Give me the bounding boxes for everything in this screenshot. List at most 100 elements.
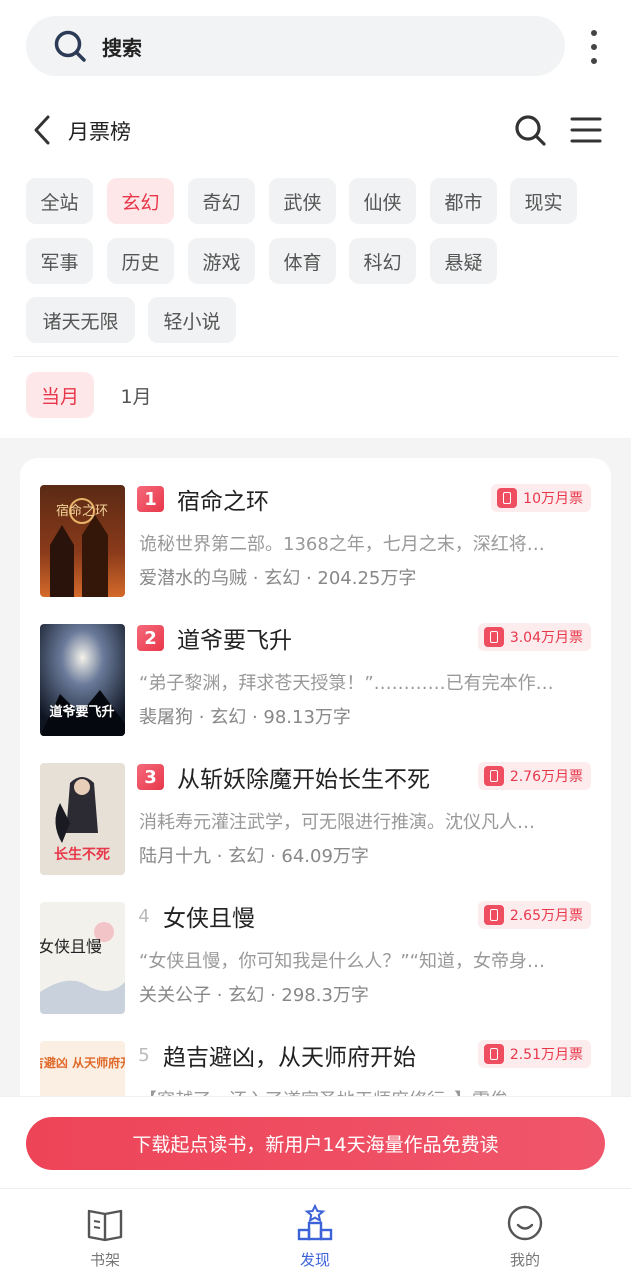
back-arrow-icon[interactable] <box>30 114 54 146</box>
book-word-count: 298.3万字 <box>281 985 369 1006</box>
search-label: 搜索 <box>102 35 142 60</box>
votes-count: 10万月票 <box>523 491 583 507</box>
nav-label: 我的 <box>509 1251 540 1269</box>
book-title[interactable]: 从斩妖除魔开始长生不死 <box>177 760 430 794</box>
book-author[interactable]: 爱潜水的乌贼 <box>139 568 247 589</box>
book-description: “弟子黎渊，拜求苍天授箓！”…………已有完本作… <box>139 673 554 694</box>
meta-separator: · <box>252 568 259 589</box>
category-chip[interactable]: 悬疑 <box>430 238 497 284</box>
search-bar[interactable]: 搜索 <box>26 16 565 76</box>
category-chip[interactable]: 军事 <box>26 238 93 284</box>
votes-count: 2.51万月票 <box>509 1047 583 1063</box>
profile-icon <box>507 1205 543 1241</box>
ticket-icon <box>483 627 504 647</box>
search-icon[interactable] <box>513 113 547 147</box>
book-description: 诡秘世界第二部。1368之年，七月之末，深红将… <box>139 534 545 555</box>
list-item[interactable]: 宿命之环 1 宿命之环 10万月票 诡秘世界第二部。1368之年，七月之末，深红… <box>20 458 611 597</box>
votes-count: 3.04万月票 <box>509 630 583 646</box>
book-cover[interactable]: 道爷要飞升 <box>40 624 125 736</box>
book-cover[interactable]: 长生不死 <box>40 763 125 875</box>
book-cover[interactable]: 宿命之环 <box>40 485 125 597</box>
book-genre: 玄幻 <box>264 568 301 589</box>
bottom-nav: 书架 发现 我的 <box>0 1188 631 1280</box>
tab-current-month[interactable]: 当月 <box>26 372 94 418</box>
votes-count: 2.76万月票 <box>509 769 583 785</box>
book-genre: 玄幻 <box>228 846 265 867</box>
category-chip[interactable]: 诸天无限 <box>26 297 135 343</box>
discover-icon <box>297 1203 333 1241</box>
book-word-count: 204.25万字 <box>317 568 417 589</box>
category-chip[interactable]: 现实 <box>510 178 577 224</box>
category-chip[interactable]: 仙侠 <box>349 178 416 224</box>
ticket-icon <box>483 905 504 925</box>
meta-separator: · <box>216 846 223 867</box>
cover-title: 道爷要飞升 <box>49 704 114 720</box>
monthly-votes-badge: 2.51万月票 <box>477 1040 591 1068</box>
rank-number: 4 <box>138 905 150 927</box>
monthly-votes-badge: 2.65万月票 <box>477 901 591 929</box>
page-title: 月票榜 <box>68 120 131 144</box>
book-title[interactable]: 宿命之环 <box>177 482 269 516</box>
nav-item-discover[interactable]: 发现 <box>210 1189 420 1280</box>
meta-separator: · <box>269 985 276 1006</box>
book-author[interactable]: 关关公子 <box>139 985 211 1006</box>
monthly-votes-badge: 2.76万月票 <box>477 762 591 790</box>
book-genre: 玄幻 <box>228 985 265 1006</box>
monthly-votes-badge: 3.04万月票 <box>477 623 591 651</box>
category-chip[interactable]: 武侠 <box>269 178 336 224</box>
book-title[interactable]: 趋吉避凶，从天师府开始 <box>163 1038 416 1072</box>
rank-badge: 3 <box>137 764 164 790</box>
download-banner: 下载起点读书，新用户14天海量作品免费读 <box>0 1096 631 1188</box>
rank-number: 5 <box>138 1044 150 1066</box>
tab-january[interactable]: 1月 <box>102 372 170 418</box>
meta-separator: · <box>269 846 276 867</box>
nav-item-bookshelf[interactable]: 书架 <box>0 1189 210 1280</box>
book-meta: 爱潜水的乌贼 · 玄幻 · 204.25万字 <box>139 564 416 590</box>
book-meta: 陆月十九 · 玄幻 · 64.09万字 <box>139 842 369 868</box>
nav-item-profile[interactable]: 我的 <box>420 1189 630 1280</box>
book-author[interactable]: 陆月十九 <box>139 846 211 867</box>
category-chip[interactable]: 奇幻 <box>188 178 255 224</box>
book-word-count: 64.09万字 <box>281 846 369 867</box>
monthly-votes-badge: 10万月票 <box>491 484 591 512</box>
download-app-button[interactable]: 下载起点读书，新用户14天海量作品免费读 <box>26 1117 605 1170</box>
meta-separator: · <box>216 985 223 1006</box>
book-title[interactable]: 道爷要飞升 <box>177 621 292 655</box>
meta-separator: · <box>305 568 312 589</box>
votes-count: 2.65万月票 <box>509 908 583 924</box>
category-chip[interactable]: 游戏 <box>188 238 255 284</box>
rank-badge: 1 <box>137 486 164 512</box>
category-chip-active[interactable]: 玄幻 <box>107 178 174 224</box>
book-cover[interactable]: 女侠且慢 <box>40 902 125 1014</box>
meta-separator: · <box>251 707 258 728</box>
list-item[interactable]: 长生不死 3 从斩妖除魔开始长生不死 2.76万月票 消耗寿元灌注武学，可无限进… <box>20 736 611 875</box>
meta-separator: · <box>198 707 205 728</box>
category-chip[interactable]: 全站 <box>26 178 93 224</box>
rank-badge: 2 <box>137 625 164 651</box>
book-word-count: 98.13万字 <box>263 707 351 728</box>
menu-icon[interactable] <box>570 115 602 145</box>
cover-title: 长生不死 <box>54 846 110 863</box>
category-chip[interactable]: 轻小说 <box>148 297 236 343</box>
page-root: 搜索 月票榜 全站 玄幻 奇幻 武侠 仙侠 都市 现实 军事 历史 游戏 体育 … <box>0 0 631 1280</box>
search-icon <box>54 30 86 62</box>
book-author[interactable]: 裴屠狗 <box>139 707 193 728</box>
category-chip[interactable]: 历史 <box>107 238 174 284</box>
nav-label: 书架 <box>89 1251 120 1269</box>
category-chip[interactable]: 体育 <box>269 238 336 284</box>
list-item[interactable]: 女侠且慢 4 女侠且慢 2.65万月票 “女侠且慢，你可知我是什么人？”“知道，… <box>20 875 611 1014</box>
ticket-icon <box>483 1044 504 1064</box>
list-item[interactable]: 道爷要飞升 2 道爷要飞升 3.04万月票 “弟子黎渊，拜求苍天授箓！”…………… <box>20 597 611 736</box>
book-title[interactable]: 女侠且慢 <box>163 899 255 933</box>
cover-title: 趋吉避凶 从天师府开始 <box>40 1055 125 1070</box>
search-row: 搜索 <box>26 16 631 76</box>
divider <box>14 356 618 357</box>
book-icon <box>87 1209 123 1242</box>
category-chip[interactable]: 科幻 <box>349 238 416 284</box>
more-options-icon[interactable] <box>586 30 602 64</box>
book-description: 消耗寿元灌注武学，可无限进行推演。沈仪凡人… <box>139 812 535 833</box>
category-chip[interactable]: 都市 <box>430 178 497 224</box>
ticket-icon <box>497 488 518 508</box>
page-header: 月票榜 <box>0 110 631 150</box>
nav-label: 发现 <box>299 1251 330 1269</box>
